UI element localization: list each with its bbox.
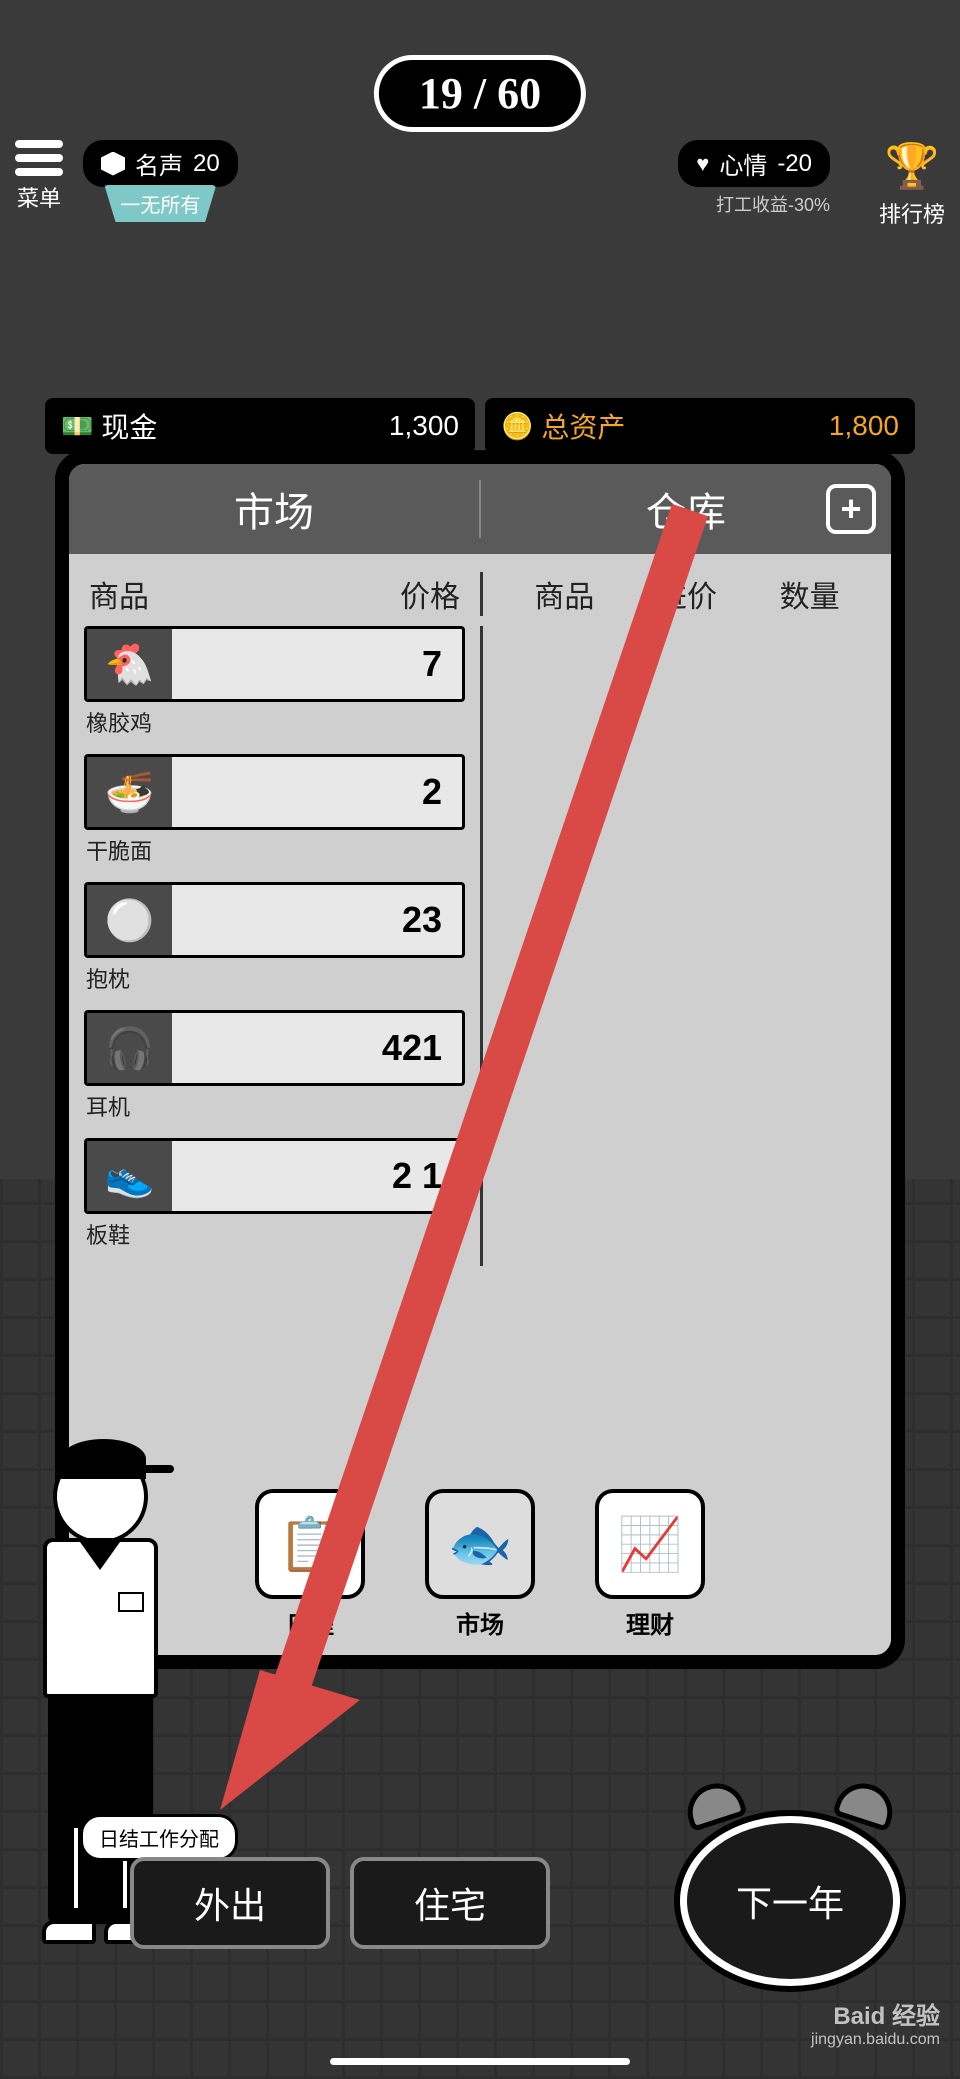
market-list: 🐔 7 橡胶鸡 🍜 2 干脆面 ⚪ 23 抱枕 <box>84 626 480 1266</box>
assets-label: 总资产 <box>541 406 625 446</box>
market-tab[interactable]: 市场 <box>69 480 481 538</box>
cash-box: 💵 现金 1,300 <box>45 398 475 454</box>
column-headers: 商品 价格 商品 进价 数量 <box>69 554 891 626</box>
item-name: 干脆面 <box>84 830 465 874</box>
tab-label: 市场 <box>456 1605 504 1640</box>
item-icon: 🍜 <box>87 757 172 827</box>
market-item[interactable]: 🐔 7 橡胶鸡 <box>84 626 465 746</box>
menu-button[interactable]: 菜单 <box>15 140 63 213</box>
assets-value: 1,800 <box>829 410 899 442</box>
tab-market[interactable]: 🐟 市场 <box>425 1489 535 1640</box>
col-qty: 数量 <box>780 572 840 616</box>
hat-icon <box>61 1439 146 1479</box>
mood-value: -20 <box>777 150 812 178</box>
next-year-label: 下一年 <box>736 1875 844 1927</box>
home-indicator <box>330 2058 630 2065</box>
add-button[interactable]: + <box>826 484 876 534</box>
mood-penalty: 打工收益-30% <box>716 191 830 217</box>
cash-icon: 💵 <box>61 411 93 442</box>
coin-icon: 🪙 <box>501 411 533 442</box>
item-icon: ⚪ <box>87 885 172 955</box>
tab-label: 理财 <box>626 1605 674 1640</box>
fame-icon <box>101 152 125 176</box>
notepad-icon: 📋 <box>255 1489 365 1599</box>
mood-display: ♥ 心情 -20 打工收益-30% <box>678 140 830 217</box>
badge-icon <box>118 1592 144 1612</box>
fame-display: 名声 20 一无所有 <box>83 140 238 222</box>
chart-icon: 📈 <box>595 1489 705 1599</box>
tab-schedule[interactable]: 📋 日程 <box>255 1489 365 1640</box>
watermark: Baid 经验 jingyan.baidu.com <box>811 1996 940 2049</box>
rank-label: 排行榜 <box>879 197 945 229</box>
alarm-bell-icon <box>832 1776 900 1832</box>
character-body <box>43 1538 158 1698</box>
tab-label: 日程 <box>286 1605 334 1640</box>
col-item: 商品 <box>89 572 149 616</box>
character-head <box>53 1449 148 1544</box>
speech-bubble: 日结工作分配 <box>80 1814 238 1861</box>
fame-status: 一无所有 <box>104 185 216 222</box>
item-name: 耳机 <box>84 1086 465 1130</box>
cash-value: 1,300 <box>389 410 459 442</box>
alarm-bell-icon <box>680 1776 748 1832</box>
col-item-wh: 商品 <box>534 572 594 616</box>
warehouse-list <box>480 626 876 1266</box>
money-row: 💵 现金 1,300 🪙 总资产 1,800 <box>45 398 915 454</box>
menu-label: 菜单 <box>17 181 61 213</box>
item-name: 抱枕 <box>84 958 465 1002</box>
home-button[interactable]: 住宅 <box>350 1857 550 1949</box>
market-item[interactable]: 👟 2 1 板鞋 <box>84 1138 465 1258</box>
trophy-icon: 🏆 <box>885 140 940 192</box>
item-icon: 🎧 <box>87 1013 172 1083</box>
top-bar: 菜单 名声 20 一无所有 ♥ 心情 -20 打工收益-30% 🏆 排行榜 <box>0 140 960 222</box>
heart-icon: ♥ <box>696 151 709 177</box>
item-price: 2 <box>172 757 462 827</box>
item-price: 421 <box>172 1013 462 1083</box>
panel-header: 市场 仓库 + <box>69 464 891 554</box>
assets-box: 🪙 总资产 1,800 <box>485 398 915 454</box>
alarm-body: 下一年 <box>680 1816 900 1986</box>
tab-finance[interactable]: 📈 理财 <box>595 1489 705 1640</box>
item-icon: 👟 <box>87 1141 172 1211</box>
go-out-button[interactable]: 外出 <box>130 1857 330 1949</box>
item-price: 2 1 <box>172 1141 462 1211</box>
market-item[interactable]: ⚪ 23 抱枕 <box>84 882 465 1002</box>
fame-label: 名声 <box>135 146 183 181</box>
item-price: 7 <box>172 629 462 699</box>
item-icon: 🐔 <box>87 629 172 699</box>
item-name: 橡胶鸡 <box>84 702 465 746</box>
watermark-logo: Baid 经验 <box>811 1996 940 2031</box>
cash-label: 现金 <box>101 406 157 446</box>
age-display: 19 / 60 <box>374 55 586 132</box>
market-item[interactable]: 🎧 421 耳机 <box>84 1010 465 1130</box>
fame-value: 20 <box>193 150 220 178</box>
ranking-button[interactable]: 🏆 排行榜 <box>879 140 945 229</box>
item-name: 板鞋 <box>84 1214 465 1258</box>
fish-icon: 🐟 <box>425 1489 535 1599</box>
hamburger-icon <box>15 140 63 176</box>
mood-label: 心情 <box>719 146 767 181</box>
bottom-buttons: 外出 住宅 <box>130 1857 550 1949</box>
col-cost: 进价 <box>657 572 717 616</box>
market-item[interactable]: 🍜 2 干脆面 <box>84 754 465 874</box>
next-year-button[interactable]: 下一年 <box>660 1784 920 1984</box>
panel-tabs: 📋 日程 🐟 市场 📈 理财 <box>69 1489 891 1640</box>
col-price: 价格 <box>400 572 460 616</box>
watermark-url: jingyan.baidu.com <box>811 2031 940 2049</box>
item-price: 23 <box>172 885 462 955</box>
